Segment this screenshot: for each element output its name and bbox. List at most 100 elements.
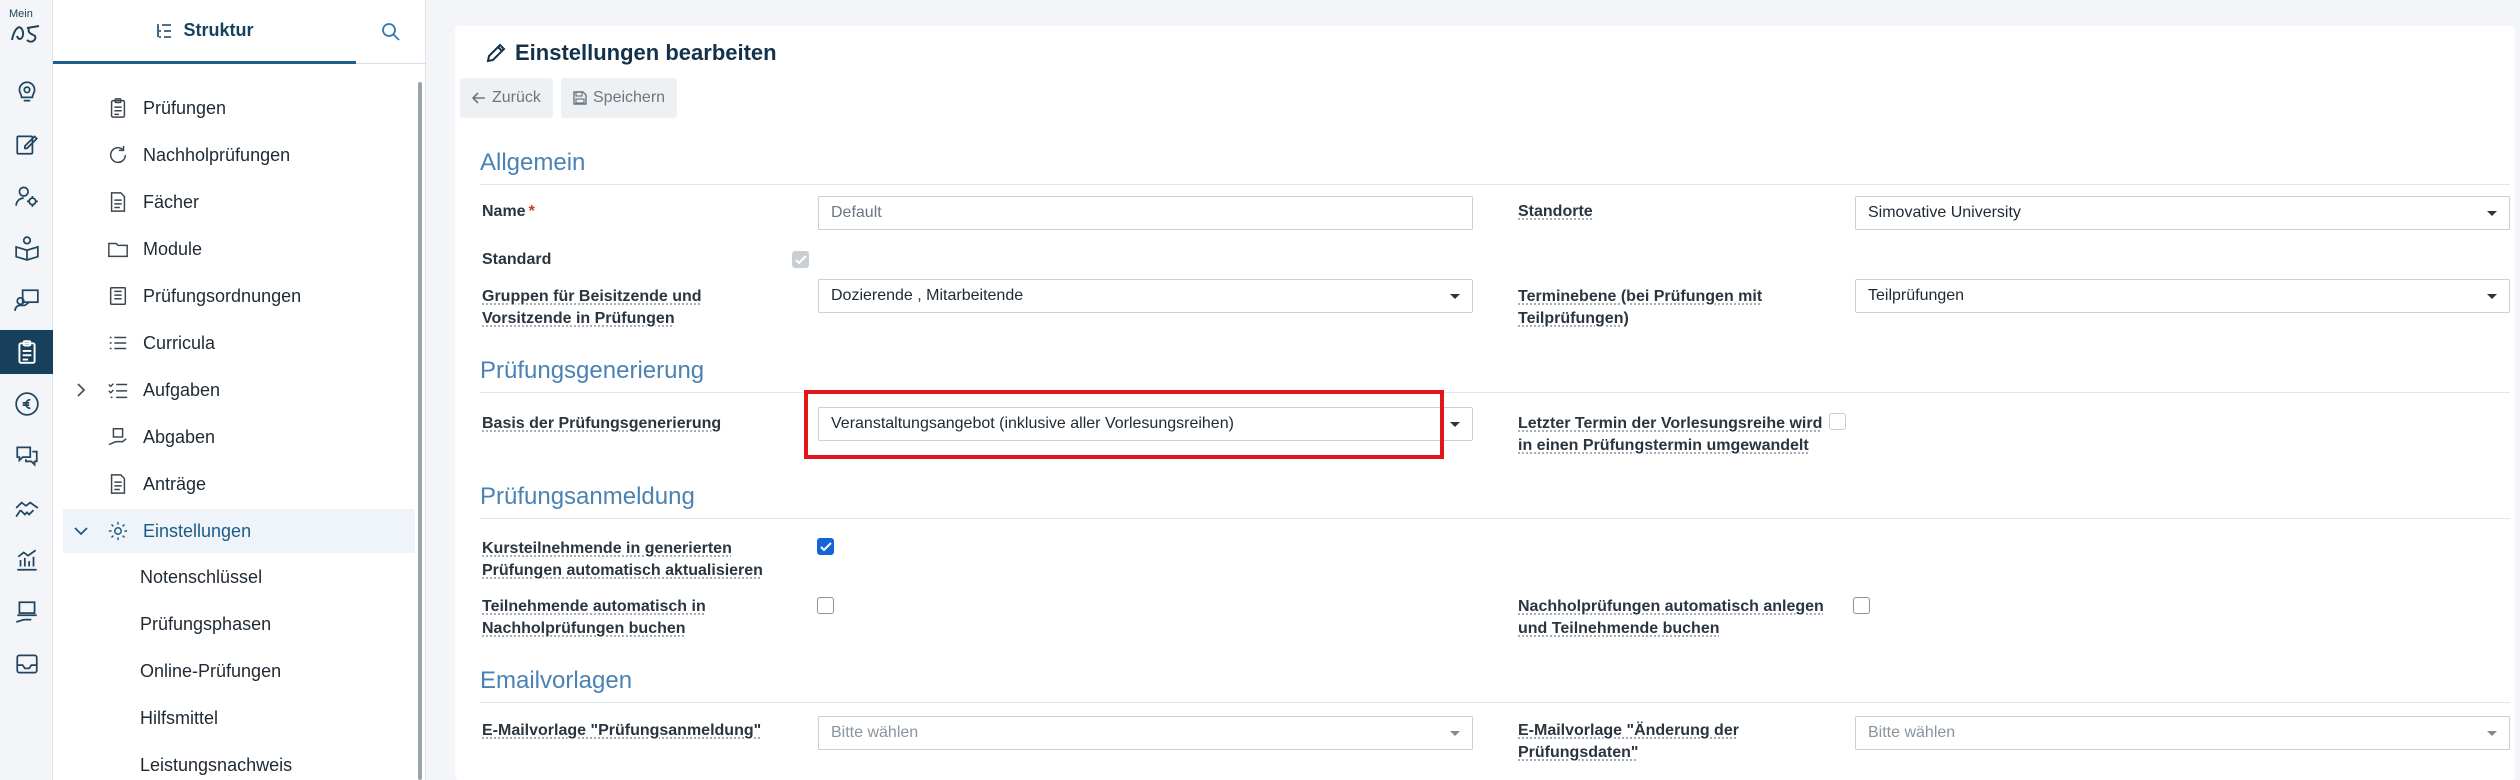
page-title-text: Einstellungen bearbeiten <box>515 40 777 66</box>
name-input[interactable]: Default <box>818 196 1473 230</box>
logo-mark-icon <box>9 20 45 46</box>
section-divider <box>480 184 2510 185</box>
regulations-icon <box>107 285 129 307</box>
letzter-termin-label-line1: Letzter Termin der Vorlesungsreihe wird <box>1518 415 1822 432</box>
sidebar-subitem-notenschluessel[interactable]: Notenschlüssel <box>63 555 415 599</box>
letzter-termin-label: Letzter Termin der Vorlesungsreihe wird i… <box>1518 413 1822 457</box>
exam-clipboard-icon[interactable] <box>0 330 53 374</box>
section-anmeldung-title: Prüfungsanmeldung <box>480 483 695 511</box>
tab-struktur[interactable]: Struktur <box>53 0 356 64</box>
sidebar-subitem-hilfsmittel[interactable]: Hilfsmittel <box>63 696 415 740</box>
caret-down-icon <box>2487 294 2497 299</box>
logo-text: Mein <box>0 8 53 20</box>
teilnehmende-label-line1: Teilnehmende automatisch in <box>482 598 706 615</box>
sidebar-item-label: Fächer <box>143 192 199 213</box>
euro-icon[interactable] <box>0 382 53 426</box>
folder-icon <box>107 238 129 260</box>
app-logo[interactable]: Mein <box>0 8 53 46</box>
email-anmeldung-select[interactable]: Bitte wählen <box>818 716 1473 750</box>
terminebene-select[interactable]: Teilprüfungen <box>1855 279 2510 313</box>
arrow-left-icon <box>472 91 486 105</box>
email-aenderung-select[interactable]: Bitte wählen <box>1855 716 2510 750</box>
icon-rail: Mein <box>0 0 53 780</box>
sidebar-subitem-label: Notenschlüssel <box>140 567 262 588</box>
tab-search[interactable] <box>356 0 426 64</box>
sidebar-item-aufgaben[interactable]: Aufgaben <box>63 368 415 412</box>
sidebar-item-antraege[interactable]: Anträge <box>63 462 415 506</box>
sidebar-item-pruefungsordnungen[interactable]: Prüfungsordnungen <box>63 274 415 318</box>
sidebar-item-module[interactable]: Module <box>63 227 415 271</box>
teilnehmende-checkbox[interactable] <box>817 597 834 614</box>
letzter-termin-label-line2: in einen Prüfungstermin umgewandelt <box>1518 437 1809 454</box>
sidebar-item-faecher[interactable]: Fächer <box>63 180 415 224</box>
section-generierung-title: Prüfungsgenerierung <box>480 357 704 385</box>
nachholpruefungen-checkbox[interactable] <box>1853 597 1870 614</box>
sidebar-item-label: Anträge <box>143 474 206 495</box>
kursteilnehmende-label: Kursteilnehmende in generierten Prüfungen… <box>482 538 763 582</box>
sidebar-scrollbar[interactable] <box>418 82 422 780</box>
caret-down-icon <box>1450 731 1460 736</box>
back-button[interactable]: Zurück <box>460 78 553 118</box>
laptop-hand-icon[interactable] <box>0 590 53 634</box>
email-aenderung-label: E-Mailvorlage "Änderung der Prüfungsdaten… <box>1518 720 1739 764</box>
handshake-icon[interactable] <box>0 486 53 530</box>
sidebar-subitem-pruefungsphasen[interactable]: Prüfungsphasen <box>63 602 415 646</box>
standard-checkbox[interactable] <box>792 251 809 268</box>
analytics-icon[interactable] <box>0 538 53 582</box>
sidebar-item-curricula[interactable]: Curricula <box>63 321 415 365</box>
refresh-icon <box>107 144 129 166</box>
search-icon <box>381 22 401 42</box>
email-aenderung-label-line2: Prüfungsdaten" <box>1518 744 1638 761</box>
terminebene-label-line1: Terminebene (bei Prüfungen mit <box>1518 288 1762 305</box>
gruppen-label-line1: Gruppen für Beisitzende und <box>482 288 702 305</box>
sidebar-item-abgaben[interactable]: Abgaben <box>63 415 415 459</box>
standorte-label: Standorte <box>1518 201 1593 223</box>
book-reader-icon[interactable] <box>0 226 53 270</box>
hand-submit-icon <box>107 426 129 448</box>
email-anmeldung-label: E-Mailvorlage "Prüfungsanmeldung" <box>482 720 761 742</box>
save-button[interactable]: Speichern <box>561 78 677 118</box>
list-icon <box>107 332 129 354</box>
chevron-right-icon[interactable] <box>71 380 91 400</box>
document-icon <box>107 191 129 213</box>
user-settings-icon[interactable] <box>0 174 53 218</box>
name-label-text: Name <box>482 203 526 220</box>
terminebene-label: Terminebene (bei Prüfungen mit Teilprüfun… <box>1518 286 1762 330</box>
check-icon <box>819 540 833 554</box>
dashboard-icon[interactable] <box>0 70 53 114</box>
sidebar-subitem-leistungsnachweis[interactable]: Leistungsnachweis <box>63 743 415 780</box>
sidebar-item-label: Nachholprüfungen <box>143 145 290 166</box>
letzter-termin-checkbox[interactable] <box>1829 413 1846 430</box>
sidebar-item-label: Abgaben <box>143 427 215 448</box>
teacher-icon[interactable] <box>0 278 53 322</box>
sidebar-item-pruefungen[interactable]: Prüfungen <box>63 86 415 130</box>
standorte-select[interactable]: Simovative University <box>1855 196 2510 230</box>
required-marker: * <box>529 201 535 223</box>
pencil-icon <box>485 42 507 64</box>
terminebene-label-line2: Teilprüfungen) <box>1518 310 1629 327</box>
inbox-icon[interactable] <box>0 642 53 686</box>
caret-down-icon <box>1450 422 1460 427</box>
gruppen-select[interactable]: Dozierende , Mitarbeitende <box>818 279 1473 313</box>
section-divider <box>480 392 2510 393</box>
section-divider <box>480 702 2510 703</box>
chat-icon[interactable] <box>0 434 53 478</box>
sidebar-subitem-label: Hilfsmittel <box>140 708 218 729</box>
save-button-label: Speichern <box>593 89 665 107</box>
nachholpruefungen-label-line1: Nachholprüfungen automatisch anlegen <box>1518 598 1824 615</box>
sidebar-item-label: Prüfungsordnungen <box>143 286 301 307</box>
chevron-down-icon[interactable] <box>71 521 91 541</box>
kursteilnehmende-checkbox[interactable] <box>817 538 834 555</box>
gruppen-value: Dozierende , Mitarbeitende <box>831 287 1023 305</box>
edit-icon[interactable] <box>0 122 53 166</box>
sidebar-tabs: Struktur <box>53 0 426 64</box>
sidebar-item-nachholpruefungen[interactable]: Nachholprüfungen <box>63 133 415 177</box>
caret-down-icon <box>1450 294 1460 299</box>
email-aenderung-value: Bitte wählen <box>1868 724 1955 742</box>
gruppen-label-line2: Vorsitzende in Prüfungen <box>482 310 675 327</box>
sidebar-item-label: Einstellungen <box>143 521 251 542</box>
sidebar-subitem-label: Online-Prüfungen <box>140 661 281 682</box>
sidebar-item-einstellungen[interactable]: Einstellungen <box>63 509 415 553</box>
back-button-label: Zurück <box>492 89 541 107</box>
sidebar-subitem-online-pruefungen[interactable]: Online-Prüfungen <box>63 649 415 693</box>
